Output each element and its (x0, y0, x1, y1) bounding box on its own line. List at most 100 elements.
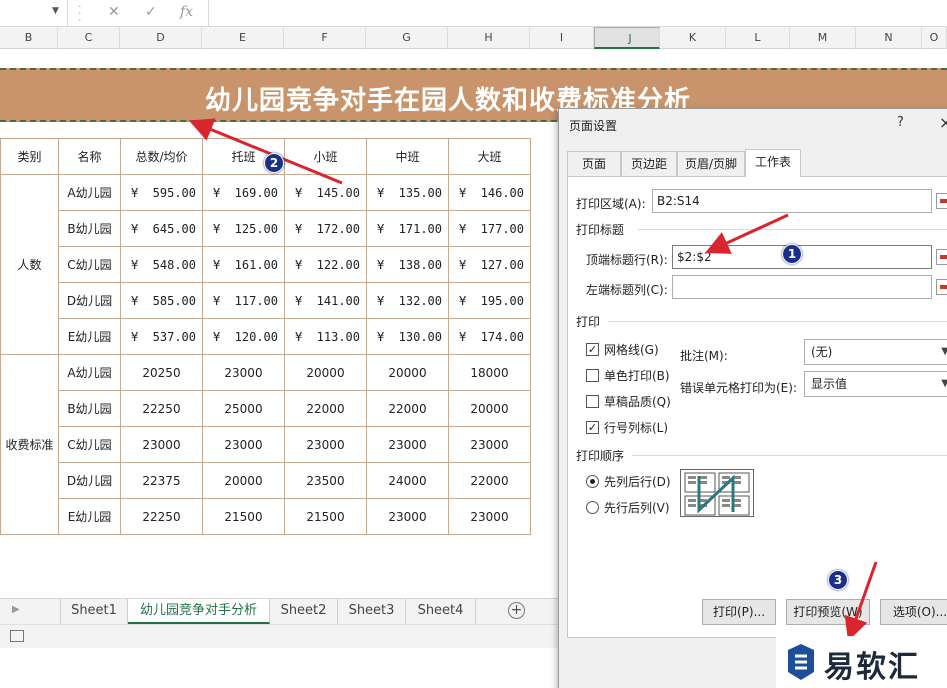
column-header[interactable]: M (790, 27, 856, 49)
down-then-over-radio[interactable] (586, 475, 599, 488)
range-select-icon[interactable] (936, 193, 947, 209)
column-header[interactable]: O (922, 27, 947, 49)
cell-value[interactable]: 23000 (448, 498, 531, 535)
cell-name[interactable]: A幼儿园 (58, 174, 121, 211)
sheet-tab[interactable]: Sheet4 (406, 599, 476, 624)
close-icon[interactable]: × (939, 113, 947, 132)
formula-input[interactable] (210, 0, 947, 26)
cell-value[interactable]: ¥172.00 (284, 210, 367, 247)
tab-sheet[interactable]: 工作表 (745, 149, 801, 177)
cell-value[interactable]: ¥169.00 (202, 174, 285, 211)
sheet-tab-active[interactable]: 幼儿园竞争对手分析 (128, 599, 270, 624)
cell-value[interactable]: 22000 (366, 390, 449, 427)
table-header[interactable]: 总数/均价 (120, 138, 203, 175)
sheet-tab[interactable]: Sheet3 (338, 599, 406, 624)
sheet-tab[interactable]: Sheet2 (270, 599, 338, 624)
cell-value[interactable]: 23000 (202, 354, 285, 391)
cell-value[interactable]: ¥585.00 (120, 282, 203, 319)
cell-value[interactable]: 23000 (202, 426, 285, 463)
confirm-icon[interactable]: ✓ (145, 4, 157, 20)
cell-value[interactable]: 23000 (120, 426, 203, 463)
cell-value[interactable]: 23000 (284, 426, 367, 463)
cell-name[interactable]: E幼儿园 (58, 318, 121, 355)
cell-value[interactable]: ¥548.00 (120, 246, 203, 283)
cell-value[interactable]: ¥130.00 (366, 318, 449, 355)
cell-value[interactable]: 22250 (120, 390, 203, 427)
cell-value[interactable]: 22000 (284, 390, 367, 427)
cell-value[interactable]: ¥177.00 (448, 210, 531, 247)
column-header[interactable]: E (202, 27, 284, 49)
column-header[interactable]: G (366, 27, 448, 49)
help-icon[interactable]: ? (897, 115, 904, 130)
cell-value[interactable]: ¥146.00 (448, 174, 531, 211)
table-header[interactable]: 类别 (0, 138, 59, 175)
cell-value[interactable]: ¥135.00 (366, 174, 449, 211)
column-header[interactable]: B (0, 27, 58, 49)
cell-value[interactable]: ¥595.00 (120, 174, 203, 211)
cell-value[interactable]: 20000 (202, 462, 285, 499)
cell-value[interactable]: ¥537.00 (120, 318, 203, 355)
cell-value[interactable]: ¥120.00 (202, 318, 285, 355)
cell-value[interactable]: 20000 (284, 354, 367, 391)
tab-page[interactable]: 页面 (567, 151, 621, 177)
cell-name[interactable]: B幼儿园 (58, 210, 121, 247)
column-header[interactable]: L (726, 27, 790, 49)
sheet-tab[interactable]: Sheet1 (60, 599, 128, 624)
cell-name[interactable]: A幼儿园 (58, 354, 121, 391)
column-header[interactable]: K (660, 27, 726, 49)
cell-value[interactable]: 23000 (366, 498, 449, 535)
row-col-headings-checkbox[interactable]: ✓ (586, 421, 599, 434)
cell-value[interactable]: ¥122.00 (284, 246, 367, 283)
cell-value[interactable]: ¥127.00 (448, 246, 531, 283)
name-box[interactable]: ▼ (0, 0, 68, 26)
cell-value[interactable]: ¥132.00 (366, 282, 449, 319)
cell-value[interactable]: ¥141.00 (284, 282, 367, 319)
range-select-icon[interactable] (936, 249, 947, 265)
options-button[interactable]: 选项(O)... (880, 599, 947, 625)
cell-value[interactable]: 23000 (448, 426, 531, 463)
column-header[interactable]: N (856, 27, 922, 49)
cell-value[interactable]: 21500 (202, 498, 285, 535)
left-columns-input[interactable] (672, 275, 932, 299)
group-label[interactable]: 人数 (0, 174, 59, 355)
cell-value[interactable]: 23500 (284, 462, 367, 499)
gridlines-checkbox[interactable]: ✓ (586, 343, 599, 356)
table-header[interactable]: 名称 (58, 138, 121, 175)
scroll-tabs-icon[interactable]: ▶ (12, 604, 20, 615)
monochrome-checkbox[interactable] (586, 369, 599, 382)
column-header-selected[interactable]: J (594, 27, 660, 49)
cell-value[interactable]: 25000 (202, 390, 285, 427)
cell-value[interactable]: 20000 (448, 390, 531, 427)
over-then-down-radio[interactable] (586, 501, 599, 514)
group-label[interactable]: 收费标准 (0, 354, 59, 535)
draft-quality-checkbox[interactable] (586, 395, 599, 408)
cell-value[interactable]: ¥113.00 (284, 318, 367, 355)
cancel-icon[interactable]: ✕ (108, 4, 120, 20)
cell-value[interactable]: 21500 (284, 498, 367, 535)
print-preview-button[interactable]: 打印预览(W) (786, 599, 870, 625)
cell-value[interactable]: ¥174.00 (448, 318, 531, 355)
insert-function-icon[interactable]: fx (180, 4, 193, 20)
print-button[interactable]: 打印(P)... (702, 599, 776, 625)
cell-name[interactable]: D幼儿园 (58, 282, 121, 319)
table-header[interactable]: 大班 (448, 138, 531, 175)
cell-value[interactable]: ¥645.00 (120, 210, 203, 247)
errors-select[interactable]: 显示值 ▼ (804, 371, 947, 397)
column-header[interactable]: D (120, 27, 202, 49)
cell-name[interactable]: B幼儿园 (58, 390, 121, 427)
cell-value[interactable]: 22000 (448, 462, 531, 499)
chevron-down-icon[interactable]: ▼ (52, 6, 59, 16)
comments-select[interactable]: (无) ▼ (804, 339, 947, 365)
column-header[interactable]: F (284, 27, 366, 49)
print-area-input[interactable]: B2:S14 (652, 189, 932, 213)
cell-value[interactable]: ¥138.00 (366, 246, 449, 283)
add-sheet-icon[interactable]: + (508, 602, 525, 619)
cell-value[interactable]: 20000 (366, 354, 449, 391)
tab-margins[interactable]: 页边距 (621, 151, 677, 177)
cell-name[interactable]: E幼儿园 (58, 498, 121, 535)
column-header[interactable]: I (530, 27, 594, 49)
cell-value[interactable]: ¥125.00 (202, 210, 285, 247)
cell-value[interactable]: ¥145.00 (284, 174, 367, 211)
column-header[interactable]: C (58, 27, 120, 49)
table-header[interactable]: 中班 (366, 138, 449, 175)
